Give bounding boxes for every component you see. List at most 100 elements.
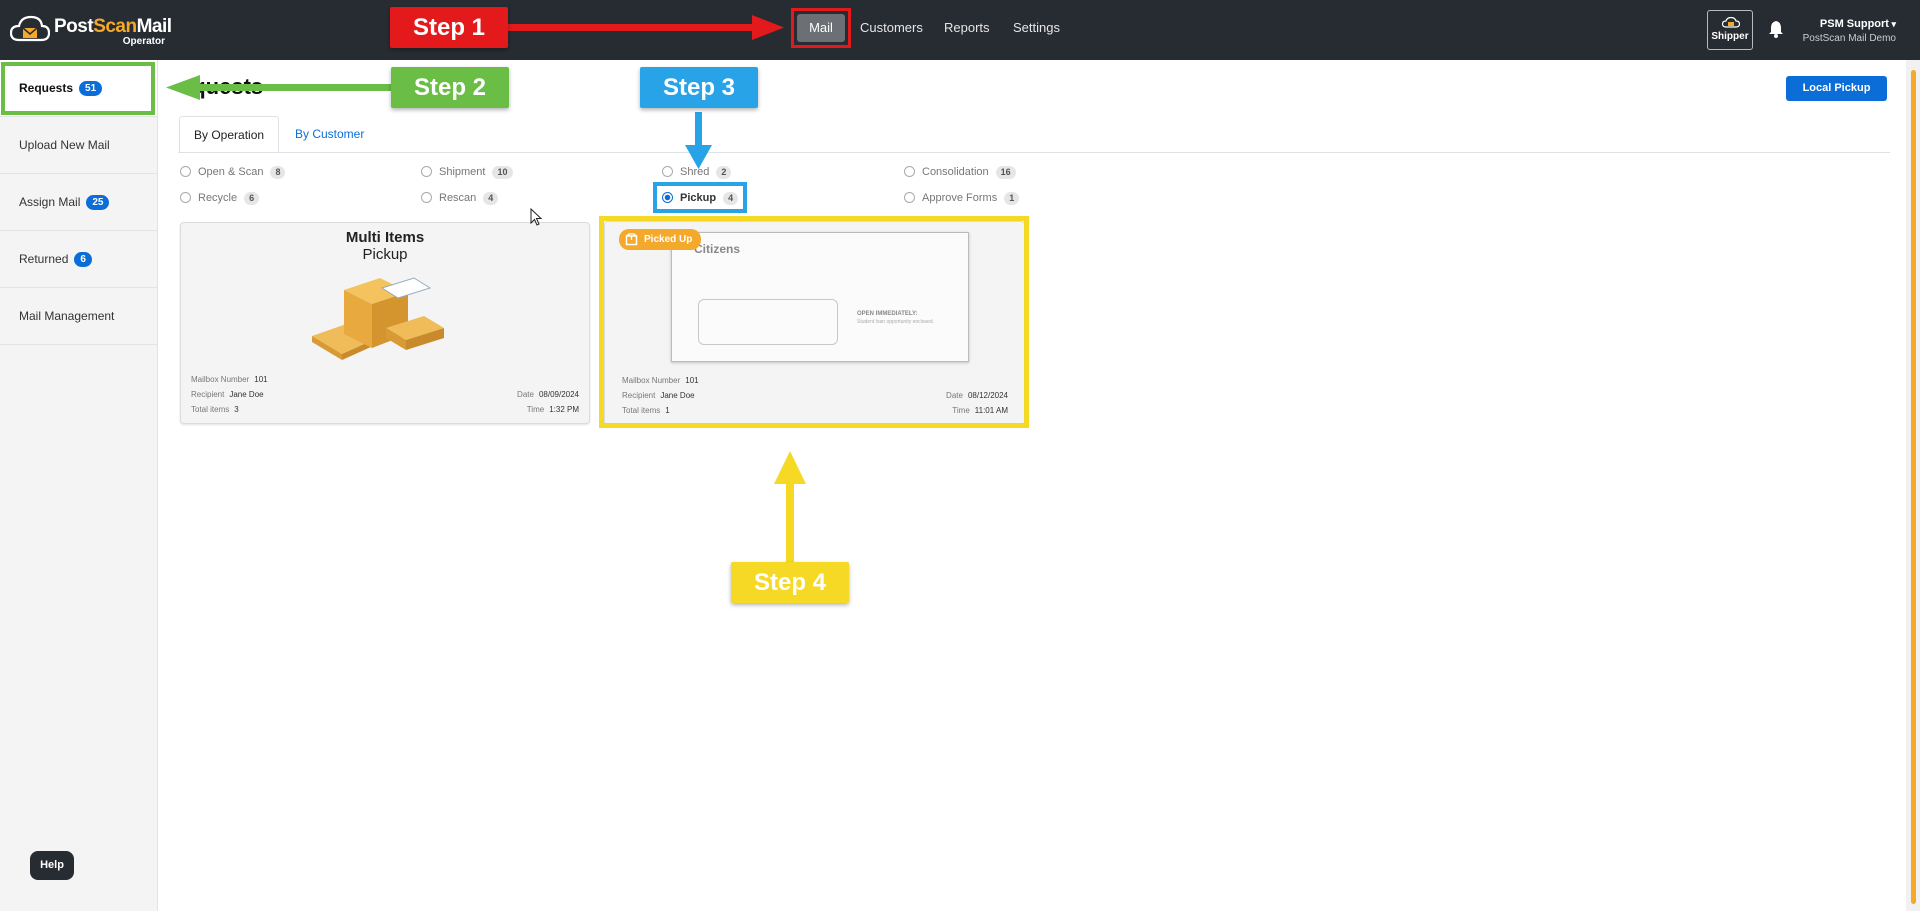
meta-label: Date xyxy=(517,390,534,399)
filter-label: Consolidation xyxy=(922,166,989,178)
shipper-label: Shipper xyxy=(1711,31,1749,42)
meta-value: 1 xyxy=(665,406,670,415)
filter-count: 6 xyxy=(244,192,260,205)
bell-icon[interactable] xyxy=(1768,20,1784,38)
radio-button[interactable] xyxy=(904,166,915,177)
meta-value: 101 xyxy=(685,376,699,385)
mailbox-number: Mailbox Number 101 xyxy=(191,375,268,384)
filter-label: Shipment xyxy=(439,166,486,178)
nav-settings[interactable]: Settings xyxy=(1013,14,1060,42)
filter-shipment[interactable]: Shipment 10 xyxy=(421,165,513,179)
step1-label: Step 1 xyxy=(390,7,508,48)
sidebar-item-label: Assign Mail xyxy=(19,195,81,209)
radio-button[interactable] xyxy=(662,166,673,177)
step2-label: Step 2 xyxy=(391,67,509,108)
recipient: Recipient Jane Doe xyxy=(191,390,264,399)
mouse-cursor-icon xyxy=(530,208,542,226)
radio-button[interactable] xyxy=(421,192,432,203)
meta-value: Jane Doe xyxy=(660,391,695,400)
date: Date 08/09/2024 xyxy=(517,390,579,399)
filter-label: Open & Scan xyxy=(198,166,264,178)
sidebar-item-label: Mail Management xyxy=(19,309,115,323)
radio-button[interactable] xyxy=(180,166,191,177)
filter-rescan[interactable]: Rescan 4 xyxy=(421,191,499,205)
filter-shred[interactable]: Shred 2 xyxy=(662,165,732,179)
page-title: equests xyxy=(180,74,264,99)
meta-label: Total items xyxy=(191,405,230,414)
radio-button[interactable] xyxy=(421,166,432,177)
sidebar-item-requests[interactable]: Requests 51 xyxy=(0,60,157,117)
package-icon xyxy=(625,233,638,246)
sidebar-item-returned[interactable]: Returned 6 xyxy=(0,231,157,288)
meta-label: Mailbox Number xyxy=(622,376,681,385)
brand-name-post: Post xyxy=(54,16,94,37)
picked-up-label: Picked Up xyxy=(644,234,693,245)
filter-label: Shred xyxy=(680,166,710,178)
meta-label: Date xyxy=(946,391,963,400)
mail-card-multi-items[interactable]: Multi Items Pickup Mailbox Number 101 Rec… xyxy=(180,222,590,424)
radio-button-selected[interactable] xyxy=(662,192,673,203)
time: Time 11:01 AM xyxy=(952,406,1008,415)
filter-label: Approve Forms xyxy=(922,192,998,204)
filter-count: 1 xyxy=(1004,192,1020,205)
card-subtitle: Pickup xyxy=(362,246,408,263)
requests-count-badge: 51 xyxy=(79,81,103,96)
sidebar-item-assign-mail[interactable]: Assign Mail 25 xyxy=(0,174,157,231)
sidebar-item-label: Returned xyxy=(19,252,69,266)
filter-count: 2 xyxy=(716,166,732,179)
local-pickup-button[interactable]: Local Pickup xyxy=(1786,76,1887,101)
user-name: PSM Support xyxy=(1803,18,1896,30)
filter-label: Recycle xyxy=(198,192,238,204)
brand-name: PostScanMail xyxy=(54,16,172,38)
nav-mail[interactable]: Mail xyxy=(797,14,845,42)
filter-recycle[interactable]: Recycle 6 xyxy=(180,191,260,205)
meta-label: Mailbox Number xyxy=(191,375,250,384)
help-button[interactable]: Help xyxy=(30,851,74,880)
filter-consolidation[interactable]: Consolidation 16 xyxy=(904,165,1016,179)
meta-value: 08/12/2024 xyxy=(967,391,1008,400)
filter-count: 4 xyxy=(483,192,499,205)
tab-by-operation[interactable]: By Operation xyxy=(179,116,280,153)
filter-count: 4 xyxy=(723,192,739,205)
brand-name-mail: Mail xyxy=(136,16,172,37)
meta-label: Time xyxy=(526,405,545,414)
brand-logo[interactable]: PostScanMail Operator xyxy=(10,12,172,48)
envelope-note: OPEN IMMEDIATELY: xyxy=(857,311,918,317)
meta-label: Recipient xyxy=(622,391,656,400)
meta-label: Time xyxy=(952,406,970,415)
radio-button[interactable] xyxy=(904,192,915,203)
filter-count: 8 xyxy=(270,166,286,179)
recipient: Recipient Jane Doe xyxy=(622,391,695,400)
user-menu[interactable]: PSM Support PostScan Mail Demo xyxy=(1803,18,1896,44)
mail-card-picked-up[interactable]: Citizens OPEN IMMEDIATELY: Student loan … xyxy=(604,221,1025,425)
meta-value: 1:32 PM xyxy=(549,405,579,414)
user-org: PostScan Mail Demo xyxy=(1802,33,1896,44)
meta-value: 101 xyxy=(254,375,268,384)
meta-value: 3 xyxy=(234,405,239,414)
meta-value: Jane Doe xyxy=(229,390,264,399)
sidebar-item-mail-management[interactable]: Mail Management xyxy=(0,288,157,345)
radio-button[interactable] xyxy=(180,192,191,203)
sidebar-item-upload-new-mail[interactable]: Upload New Mail xyxy=(0,117,157,174)
filter-approve-forms[interactable]: Approve Forms 1 xyxy=(904,191,1020,205)
picked-up-badge: Picked Up xyxy=(619,229,702,250)
filter-open-scan[interactable]: Open & Scan 8 xyxy=(180,165,286,179)
envelope-window xyxy=(698,299,838,345)
step4-arrow-icon xyxy=(774,451,806,566)
assign-mail-count-badge: 25 xyxy=(86,195,110,210)
filter-pickup[interactable]: Pickup 4 xyxy=(662,191,739,205)
filter-label: Rescan xyxy=(439,192,477,204)
tab-by-customer[interactable]: By Customer xyxy=(281,116,378,153)
brand-subtitle: Operator xyxy=(122,36,165,47)
top-navbar: PostScanMail Operator Mail Customers Rep… xyxy=(0,0,1920,60)
total-items: Total items 1 xyxy=(622,406,670,415)
brand-name-scan: Scan xyxy=(93,16,137,37)
filter-count: 16 xyxy=(995,166,1016,179)
shipper-button[interactable]: Shipper xyxy=(1707,10,1753,50)
packages-icon xyxy=(312,277,444,360)
step3-arrow-icon xyxy=(685,112,712,169)
sidebar-item-label: Requests xyxy=(19,81,74,95)
scrollbar-thumb[interactable] xyxy=(1911,70,1916,904)
nav-reports[interactable]: Reports xyxy=(944,14,990,42)
nav-customers[interactable]: Customers xyxy=(860,14,923,42)
